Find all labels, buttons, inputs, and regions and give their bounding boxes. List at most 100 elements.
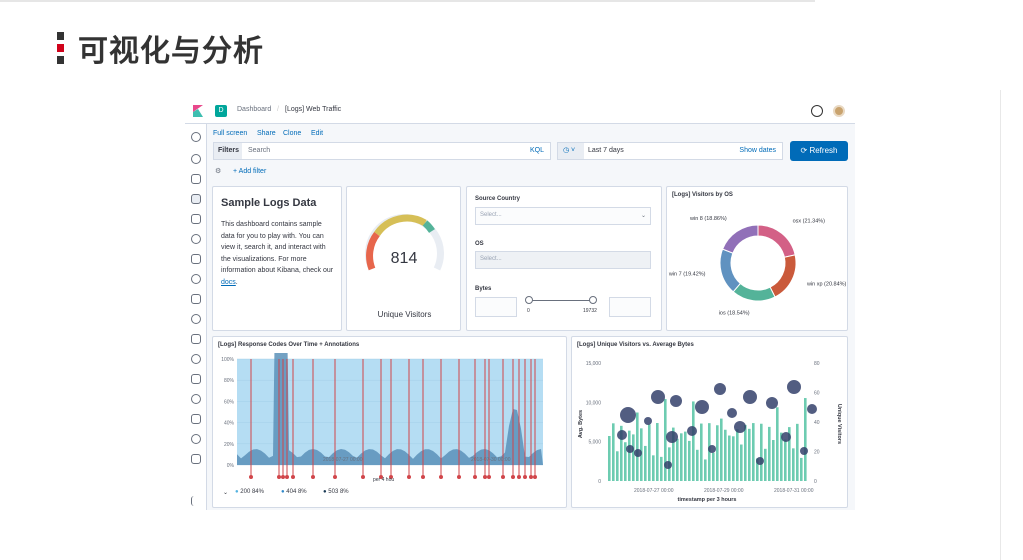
os-slice-label: win 7 (19.42%) xyxy=(668,271,706,277)
menu-share[interactable]: Share xyxy=(257,130,276,137)
management-icon[interactable] xyxy=(191,414,201,424)
compass-icon[interactable] xyxy=(191,154,201,164)
visitors-bar xyxy=(728,435,731,481)
y-tick-label: 15,000 xyxy=(586,361,602,367)
visitors-bar xyxy=(696,449,699,481)
bytes-bubble xyxy=(727,408,737,418)
country-select[interactable]: Select... ⌄ xyxy=(475,207,651,225)
monitoring-icon[interactable] xyxy=(191,394,201,404)
calendar-icon[interactable]: ◷ ˅ xyxy=(558,143,584,159)
filter-gear-icon[interactable]: ⚙ xyxy=(215,167,221,175)
collapse-icon[interactable] xyxy=(191,496,201,506)
bytes-bubble xyxy=(620,407,636,423)
bytes-bubble xyxy=(634,449,642,457)
annotation-marker xyxy=(285,475,289,479)
kibana-logo-icon xyxy=(193,105,203,117)
clock-icon[interactable] xyxy=(191,132,201,142)
breadcrumb-separator: / xyxy=(277,106,279,113)
menu-full-screen[interactable]: Full screen xyxy=(213,130,247,137)
dashboard-nav-icon[interactable] xyxy=(191,194,201,204)
apm-icon[interactable] xyxy=(191,314,201,324)
visitors-bar xyxy=(608,436,611,481)
annotation-marker xyxy=(277,475,281,479)
bytes-bubble xyxy=(781,432,791,442)
visitors-bar xyxy=(676,438,679,481)
visitors-bar xyxy=(772,440,775,481)
os-slice xyxy=(769,254,797,298)
country-label: Source Country xyxy=(475,196,521,202)
annotation-marker xyxy=(487,475,491,479)
bytes-slider-track[interactable] xyxy=(529,300,593,301)
response-panel: [Logs] Response Codes Over Time + Annota… xyxy=(212,336,567,508)
slider-min-handle[interactable] xyxy=(525,296,533,304)
y2-tick-label: 0 xyxy=(814,479,817,485)
os-chart-title: [Logs] Visitors by OS xyxy=(672,192,733,198)
time-picker: ◷ ˅ Last 7 days Show dates xyxy=(557,142,783,160)
sample-end: . xyxy=(235,278,238,286)
menu-edit[interactable]: Edit xyxy=(311,130,323,137)
x-tick-label: 2018-07-29 00:00 xyxy=(704,488,744,494)
annotation-marker xyxy=(291,475,295,479)
bytes-bubble xyxy=(708,445,716,453)
y2-tick-label: 40 xyxy=(814,420,820,426)
refresh-button[interactable]: ⟳ Refresh xyxy=(790,141,848,161)
visualize-icon[interactable] xyxy=(191,174,201,184)
bytes-bubble xyxy=(626,445,634,453)
annotation-marker xyxy=(421,475,425,479)
top-divider xyxy=(0,0,815,2)
annotation-marker xyxy=(511,475,515,479)
y-tick-label: 0% xyxy=(227,463,235,469)
devtools-icon[interactable] xyxy=(191,374,201,384)
bytes-max-input[interactable] xyxy=(609,297,651,317)
bytes-bubble xyxy=(714,383,726,395)
annotation-marker xyxy=(523,475,527,479)
canvas-icon[interactable] xyxy=(191,214,201,224)
sample-title: Sample Logs Data xyxy=(221,197,317,209)
show-dates-link[interactable]: Show dates xyxy=(739,147,776,154)
y-tick-label: 20% xyxy=(224,442,235,448)
annotation-marker xyxy=(439,475,443,479)
add-filter-link[interactable]: + Add filter xyxy=(233,168,266,175)
gauge-label: Unique Visitors xyxy=(377,310,432,319)
visitors-bar xyxy=(692,401,695,481)
visitors-bar xyxy=(800,457,803,481)
maps-icon[interactable] xyxy=(191,234,201,244)
bytes-bubble xyxy=(666,431,678,443)
bytes-min-input[interactable] xyxy=(475,297,517,317)
os-slice-label: osx (21.34%) xyxy=(793,218,826,224)
siem-icon[interactable] xyxy=(191,354,201,364)
help-icon[interactable] xyxy=(811,105,823,117)
controls-panel: Source Country Select... ⌄ OS Select... B… xyxy=(466,186,662,331)
heart-icon[interactable] xyxy=(191,434,201,444)
refresh-label: Refresh xyxy=(809,146,838,155)
slider-max-handle[interactable] xyxy=(589,296,597,304)
visitors-bar xyxy=(664,399,667,481)
settings-gear-icon[interactable] xyxy=(191,454,201,464)
visitors-bar xyxy=(652,455,655,481)
breadcrumb-dashboard[interactable]: Dashboard xyxy=(237,106,271,113)
ml-icon[interactable] xyxy=(191,254,201,264)
time-range[interactable]: Last 7 days xyxy=(588,147,624,154)
annotation-marker xyxy=(249,475,253,479)
kql-toggle[interactable]: KQL xyxy=(530,147,544,154)
annotation-marker xyxy=(281,475,285,479)
bytes-bubble xyxy=(670,395,682,407)
gauge-panel: 814 Unique Visitors xyxy=(346,186,461,331)
visitors-bar xyxy=(784,439,787,481)
logs-icon[interactable] xyxy=(191,294,201,304)
visitors-bar xyxy=(792,448,795,481)
bytes-bubble xyxy=(756,457,764,465)
uptime-icon[interactable] xyxy=(191,334,201,344)
filters-label: Filters xyxy=(214,143,242,159)
legend-toggle-icon[interactable]: ⌄ xyxy=(223,489,228,496)
avatar[interactable] xyxy=(833,105,845,117)
bytes-bubble xyxy=(617,430,627,440)
os-select[interactable]: Select... xyxy=(475,251,651,269)
search-input[interactable]: Search xyxy=(248,147,270,154)
menu-clone[interactable]: Clone xyxy=(283,130,301,137)
bytes-bubble xyxy=(687,426,697,436)
y2-tick-label: 60 xyxy=(814,391,820,397)
docs-link[interactable]: docs xyxy=(221,279,236,286)
os-slice xyxy=(721,224,759,254)
infra-icon[interactable] xyxy=(191,274,201,284)
